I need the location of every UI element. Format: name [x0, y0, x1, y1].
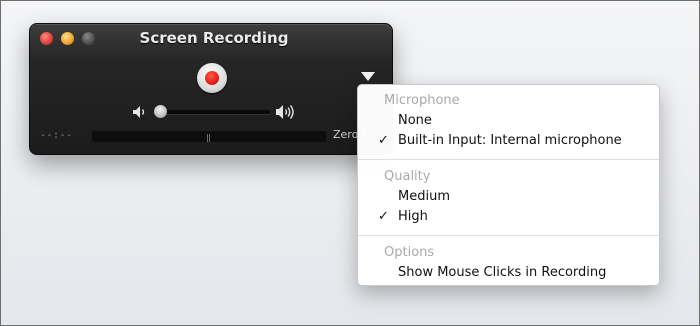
menu-item-quality-high[interactable]: ✓ High: [358, 207, 659, 227]
record-icon: [205, 71, 219, 85]
menu-separator: [358, 235, 659, 236]
menu-section-header: Quality: [384, 169, 431, 184]
menu-item-show-mouse-clicks[interactable]: Show Mouse Clicks in Recording: [358, 263, 659, 283]
quality-section: Quality Medium ✓ High: [358, 167, 659, 227]
volume-slider-knob[interactable]: [153, 105, 167, 118]
menu-item-quality-medium[interactable]: Medium: [358, 187, 659, 207]
menu-section-header: Options: [384, 245, 435, 260]
timeline-scrubber[interactable]: [92, 131, 326, 142]
scrubber-handle[interactable]: [207, 134, 210, 142]
microphone-section: Microphone None ✓ Built-in Input: Intern…: [358, 85, 659, 151]
options-menu-toggle[interactable]: [360, 70, 376, 82]
triangle-down-icon: [361, 72, 375, 81]
checkmark-icon: ✓: [378, 133, 389, 148]
menu-item-label: None: [398, 113, 432, 128]
menu-separator: [358, 159, 659, 160]
menu-item-microphone-none[interactable]: None: [358, 111, 659, 131]
window-title: Screen Recording: [139, 29, 289, 47]
speaker-low-icon: [132, 104, 148, 123]
volume-slider[interactable]: [153, 105, 270, 118]
options-section: Options Show Mouse Clicks in Recording: [358, 243, 659, 283]
elapsed-time: --:--: [40, 130, 73, 141]
options-menu: Microphone None ✓ Built-in Input: Intern…: [357, 84, 660, 286]
menu-item-label: High: [398, 209, 428, 224]
record-button[interactable]: [197, 63, 227, 93]
checkmark-icon: ✓: [378, 209, 389, 224]
menu-item-label: Show Mouse Clicks in Recording: [398, 265, 607, 280]
menu-item-microphone-internal[interactable]: ✓ Built-in Input: Internal microphone: [358, 131, 659, 151]
menu-item-label: Medium: [398, 189, 450, 204]
menu-item-label: Built-in Input: Internal microphone: [398, 133, 622, 148]
screen-recording-window: Screen Recording --:-- Zero KB: [29, 23, 393, 155]
speaker-high-icon: [275, 104, 297, 124]
menu-section-header: Microphone: [384, 93, 460, 108]
